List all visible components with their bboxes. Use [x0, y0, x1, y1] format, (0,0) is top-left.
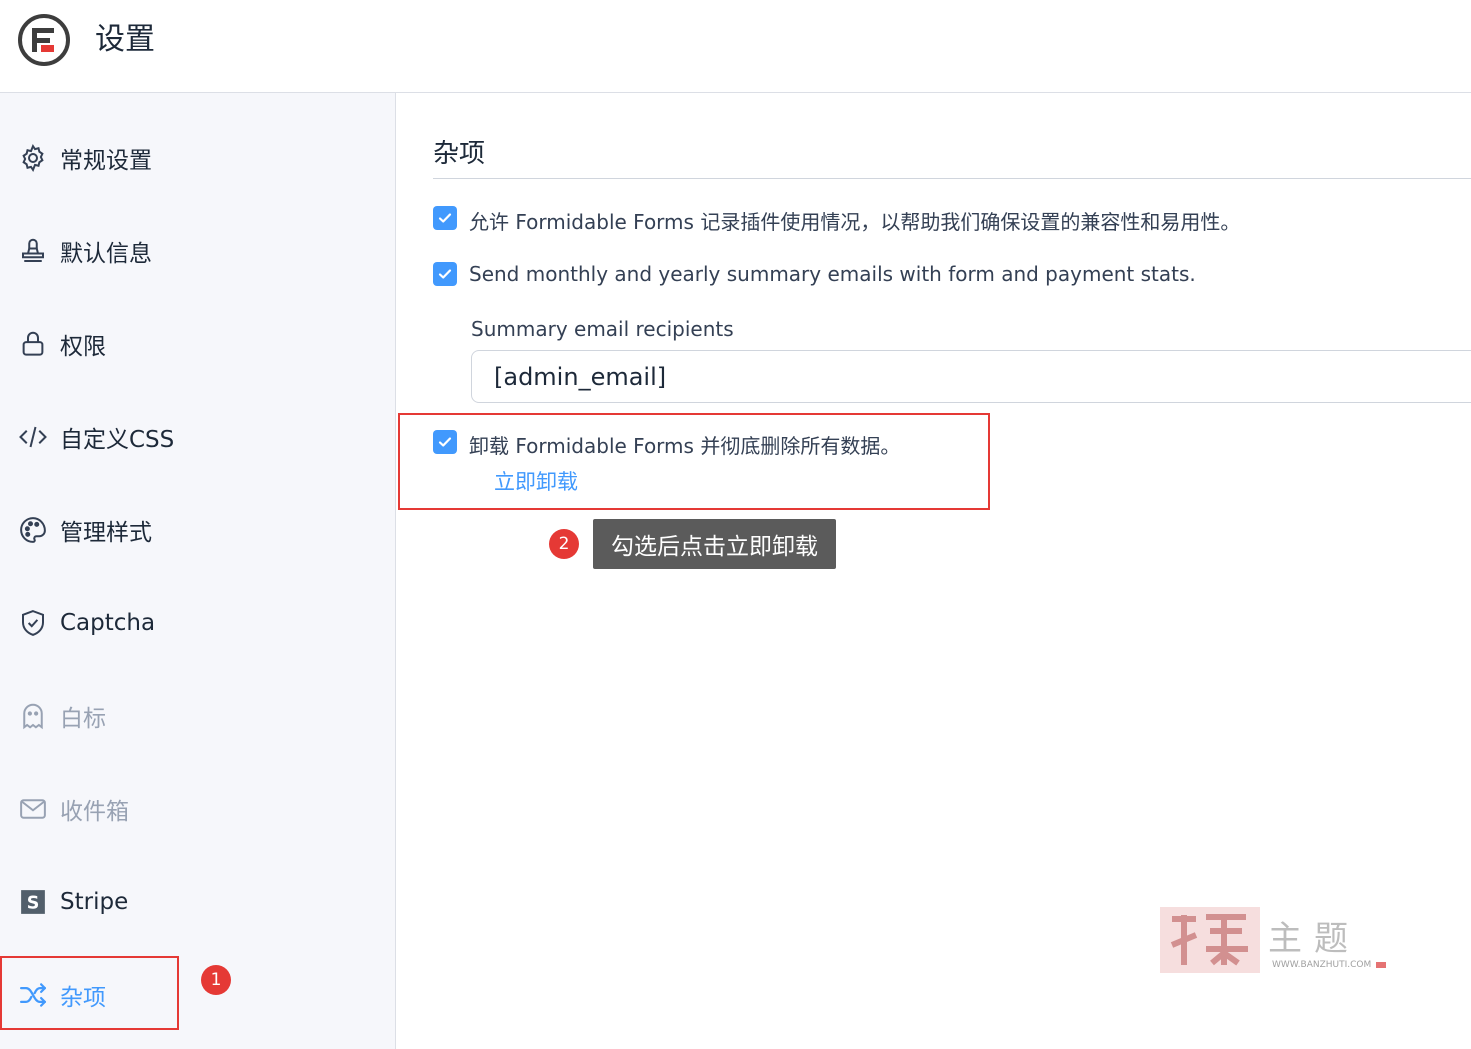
ghost-icon — [18, 701, 48, 731]
sidebar-item-label: Stripe — [60, 889, 129, 915]
section-title: 杂项 — [433, 139, 486, 169]
watermark-site: WWW.BANZHUTI.COM — [1272, 960, 1372, 970]
stripe-icon: S — [18, 887, 48, 917]
instruction-tooltip: 勾选后点击立即卸载 — [593, 519, 836, 569]
recipients-input[interactable] — [471, 350, 1471, 403]
highlight-box-uninstall — [398, 413, 990, 510]
top-bar: 设置 — [0, 0, 1471, 93]
page-title: 设置 — [95, 22, 155, 57]
sidebar-item-label: 权限 — [60, 334, 106, 360]
sidebar-item-label: 收件箱 — [60, 799, 129, 825]
lock-icon — [18, 329, 48, 359]
gear-icon — [18, 143, 48, 173]
sidebar-item-label: Captcha — [60, 610, 156, 636]
checkmark-icon — [438, 269, 452, 279]
summary-emails-label: Send monthly and yearly summary emails w… — [469, 262, 1196, 286]
sidebar-item-general[interactable]: 常规设置 — [0, 128, 396, 188]
formidable-logo-icon — [18, 14, 70, 66]
sidebar-item-label: 常规设置 — [60, 148, 152, 174]
recipients-label: Summary email recipients — [471, 317, 734, 341]
code-icon — [18, 422, 48, 452]
summary-emails-checkbox[interactable] — [433, 262, 457, 286]
sidebar-item-permissions[interactable]: 权限 — [0, 314, 396, 374]
settings-sidebar: 常规设置 默认信息 权限 自定义CSS 管理样式 Captcha 白标 收件箱 … — [0, 93, 396, 1049]
usage-tracking-checkbox[interactable] — [433, 206, 457, 230]
envelope-icon — [18, 794, 48, 824]
palette-icon — [18, 515, 48, 545]
step-badge-1: 1 — [201, 965, 231, 995]
watermark: 主题 WWW.BANZHUTI.COM — [1158, 905, 1390, 975]
shield-check-icon — [18, 608, 48, 638]
step-badge-2: 2 — [549, 529, 579, 559]
section-divider — [433, 178, 1471, 179]
stamp-icon — [18, 236, 48, 266]
usage-tracking-label: 允许 Formidable Forms 记录插件使用情况，以帮助我们确保设置的兼… — [469, 210, 1241, 234]
checkmark-icon — [438, 213, 452, 223]
sidebar-item-manage-styles[interactable]: 管理样式 — [0, 500, 396, 560]
sidebar-item-label: 默认信息 — [60, 241, 152, 267]
watermark-mark — [1376, 962, 1386, 968]
sidebar-item-captcha[interactable]: Captcha — [0, 593, 396, 653]
sidebar-item-custom-css[interactable]: 自定义CSS — [0, 407, 396, 467]
watermark-stamp-icon — [1160, 907, 1260, 973]
svg-text:S: S — [27, 894, 40, 914]
sidebar-item-inbox[interactable]: 收件箱 — [0, 779, 396, 839]
highlight-box-misc — [0, 956, 179, 1030]
watermark-text: 主题 — [1268, 919, 1360, 959]
sidebar-item-label: 管理样式 — [60, 520, 152, 546]
sidebar-item-label: 白标 — [60, 706, 106, 732]
sidebar-item-defaults[interactable]: 默认信息 — [0, 221, 396, 281]
sidebar-item-white-label[interactable]: 白标 — [0, 686, 396, 746]
sidebar-item-label: 自定义CSS — [60, 427, 175, 453]
sidebar-item-stripe[interactable]: S Stripe — [0, 872, 396, 932]
